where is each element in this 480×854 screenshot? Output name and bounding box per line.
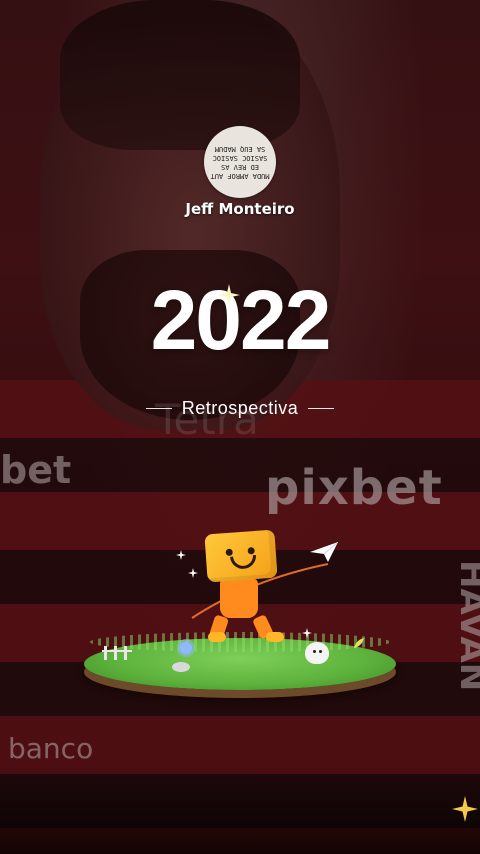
sparkle-small-icon (188, 568, 198, 578)
leaf-icon (354, 638, 364, 648)
fence-icon (102, 646, 132, 660)
flower-icon (180, 642, 192, 654)
pebble-icon (172, 662, 190, 672)
subtitle-line-left (145, 407, 172, 410)
paper-plane-icon (310, 542, 338, 562)
mascot-foot-right (266, 632, 284, 642)
chick-eye-right (319, 650, 322, 653)
story-canvas[interactable]: Tetra bet pixbet HAVAN banco MUDA AMROF … (0, 0, 480, 854)
mascot-body (220, 578, 258, 618)
mascot-eye-left (225, 548, 233, 557)
sparkle-small-icon (176, 550, 186, 560)
bottom-fade (0, 764, 480, 854)
corner-sparkle-icon (452, 796, 478, 822)
mascot-head (204, 529, 278, 583)
subtitle-line-right (308, 407, 335, 410)
sparkle-small-icon (302, 628, 312, 638)
stamp-text: MUDA AMROF AUT ED REV AS SASIOC SASIOC S… (210, 145, 270, 180)
author-stamp[interactable]: MUDA AMROF AUT ED REV AS SASIOC SASIOC S… (204, 126, 276, 198)
mascot-eye-right (247, 547, 255, 555)
chick-eye-left (313, 650, 316, 653)
year-title: 2022 (150, 273, 332, 367)
subtitle-row: Retrospectiva (0, 398, 480, 419)
mascot-mouth (230, 554, 257, 570)
mascot-illustration (80, 520, 400, 700)
chick-icon (305, 642, 329, 664)
author-name: Jeff Monteiro (185, 200, 295, 218)
mascot-foot-left (208, 632, 226, 642)
subtitle-text: Retrospectiva (181, 398, 299, 418)
sparkle-icon (218, 284, 240, 306)
